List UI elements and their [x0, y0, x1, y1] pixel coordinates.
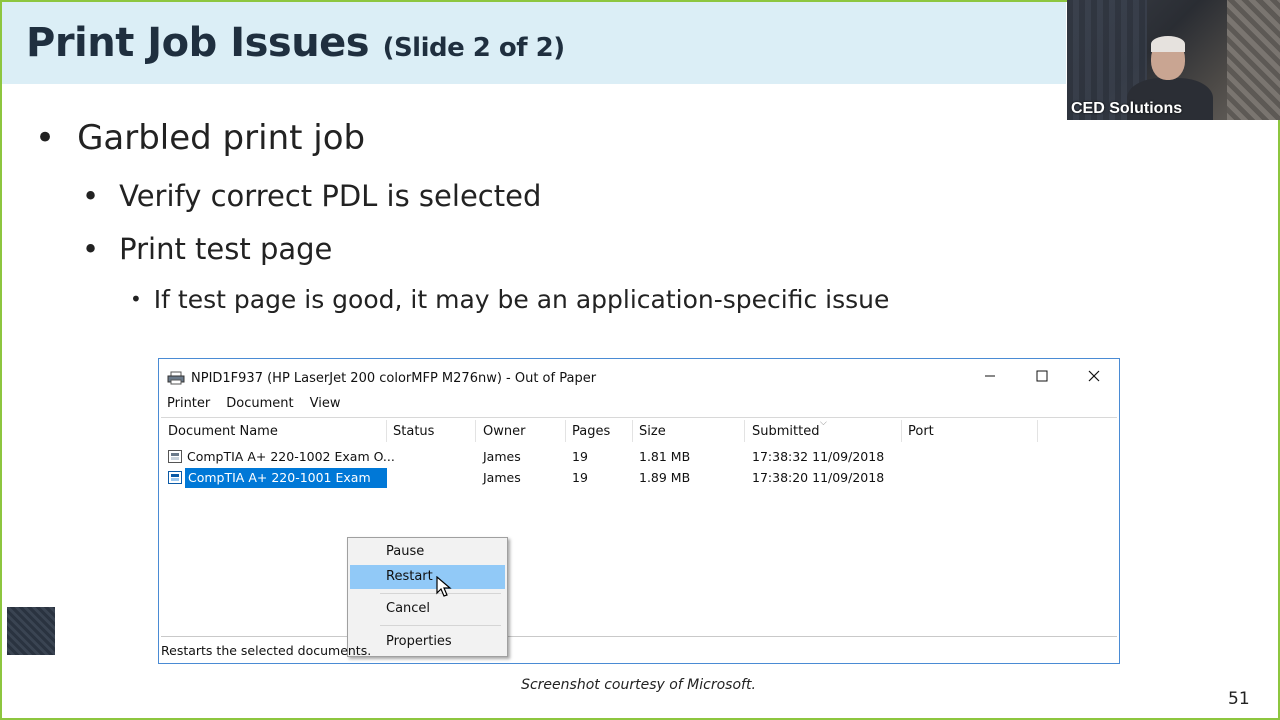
cell-pages: 19: [572, 470, 588, 485]
bullet-level3: • If test page is good, it may be an appl…: [130, 285, 889, 314]
menu-item-restart[interactable]: Restart: [350, 565, 505, 589]
maximize-button[interactable]: [1019, 365, 1065, 387]
page-number: 51: [1228, 689, 1250, 709]
context-menu: Pause Restart Cancel Properties: [347, 537, 508, 657]
window-title: NPID1F937 (HP LaserJet 200 colorMFP M276…: [191, 370, 597, 386]
col-submitted[interactable]: Submitted: [752, 424, 819, 439]
cell-submitted: 17:38:32 11/09/2018: [752, 449, 885, 464]
bullet-level2: • Print test page: [82, 232, 332, 266]
printer-icon: [167, 371, 185, 385]
menu-item-properties[interactable]: Properties: [350, 630, 505, 654]
bullet-text: Verify correct PDL is selected: [119, 179, 542, 213]
window-titlebar: NPID1F937 (HP LaserJet 200 colorMFP M276…: [167, 368, 596, 388]
print-queue-window: NPID1F937 (HP LaserJet 200 colorMFP M276…: [158, 358, 1120, 664]
bullet-dot: •: [130, 287, 142, 311]
column-divider[interactable]: [386, 420, 387, 442]
maximize-icon: [1036, 370, 1048, 382]
cell-owner: James: [483, 449, 521, 464]
presenter-logo: [7, 607, 55, 655]
close-icon: [1088, 370, 1100, 382]
close-button[interactable]: [1071, 365, 1117, 387]
bullet-level1: • Garbled print job: [35, 118, 365, 158]
menu-item-pause[interactable]: Pause: [350, 540, 505, 564]
bullet-dot: •: [82, 179, 100, 213]
bullet-dot: •: [35, 118, 56, 158]
cell-owner: James: [483, 470, 521, 485]
presenter-hair: [1151, 36, 1185, 52]
column-divider[interactable]: [744, 420, 745, 442]
col-pages[interactable]: Pages: [572, 424, 610, 439]
slide-title-sub: (Slide 2 of 2): [382, 33, 566, 63]
column-divider[interactable]: [475, 420, 476, 442]
cell-size: 1.89 MB: [639, 470, 691, 485]
bullet-level2: • Verify correct PDL is selected: [82, 179, 541, 213]
cell-pages: 19: [572, 449, 588, 464]
webcam-video: CED Solutions: [1067, 0, 1280, 120]
document-icon: [168, 471, 182, 484]
minimize-button[interactable]: [967, 365, 1013, 387]
column-divider[interactable]: [901, 420, 902, 442]
bullet-text: Print test page: [119, 232, 333, 266]
menu-bar: Printer Document View: [167, 396, 340, 411]
slide-title: Print Job Issues (Slide 2 of 2): [26, 20, 565, 66]
cell-submitted: 17:38:20 11/09/2018: [752, 470, 885, 485]
menu-item-cancel[interactable]: Cancel: [350, 597, 505, 621]
minimize-icon: [985, 375, 995, 377]
menu-printer[interactable]: Printer: [167, 396, 210, 411]
col-port[interactable]: Port: [908, 424, 934, 439]
title-bar: Print Job Issues (Slide 2 of 2): [2, 2, 1066, 84]
webcam-background-right: [1227, 0, 1280, 120]
cell-size: 1.81 MB: [639, 449, 691, 464]
status-bar: Restarts the selected documents.: [161, 643, 372, 658]
menu-document[interactable]: Document: [226, 396, 293, 411]
menu-view[interactable]: View: [310, 396, 341, 411]
screenshot-caption: Screenshot courtesy of Microsoft.: [0, 677, 1280, 693]
column-divider[interactable]: [1037, 420, 1038, 442]
slide-title-main: Print Job Issues: [26, 20, 370, 66]
bullet-text: Garbled print job: [77, 118, 366, 158]
col-owner[interactable]: Owner: [483, 424, 525, 439]
bullet-dot: •: [82, 232, 100, 266]
menu-divider: [380, 625, 501, 626]
caption-text: Screenshot courtesy of Microsoft.: [521, 677, 756, 693]
bullet-text: If test page is good, it may be an appli…: [153, 285, 890, 314]
col-status[interactable]: Status: [393, 424, 434, 439]
column-divider[interactable]: [565, 420, 566, 442]
cell-document-name: CompTIA A+ 220-1002 Exam O...: [187, 449, 395, 464]
col-size[interactable]: Size: [639, 424, 666, 439]
webcam-label: CED Solutions: [1071, 100, 1183, 117]
cell-document-name: CompTIA A+ 220-1001 Exam O...: [185, 468, 387, 505]
column-divider[interactable]: [632, 420, 633, 442]
job-list: Document Name Status Owner Pages Size ⌵ …: [161, 417, 1117, 657]
sort-arrow-icon: ⌵: [820, 418, 827, 428]
mouse-cursor-icon: [436, 576, 452, 597]
col-document-name[interactable]: Document Name: [168, 424, 278, 439]
document-icon: [168, 450, 182, 463]
table-row[interactable]: CompTIA A+ 220-1002 Exam O... James 19 1…: [161, 447, 1117, 467]
table-row-selected[interactable]: CompTIA A+ 220-1001 Exam O... James 19 1…: [161, 468, 1117, 505]
